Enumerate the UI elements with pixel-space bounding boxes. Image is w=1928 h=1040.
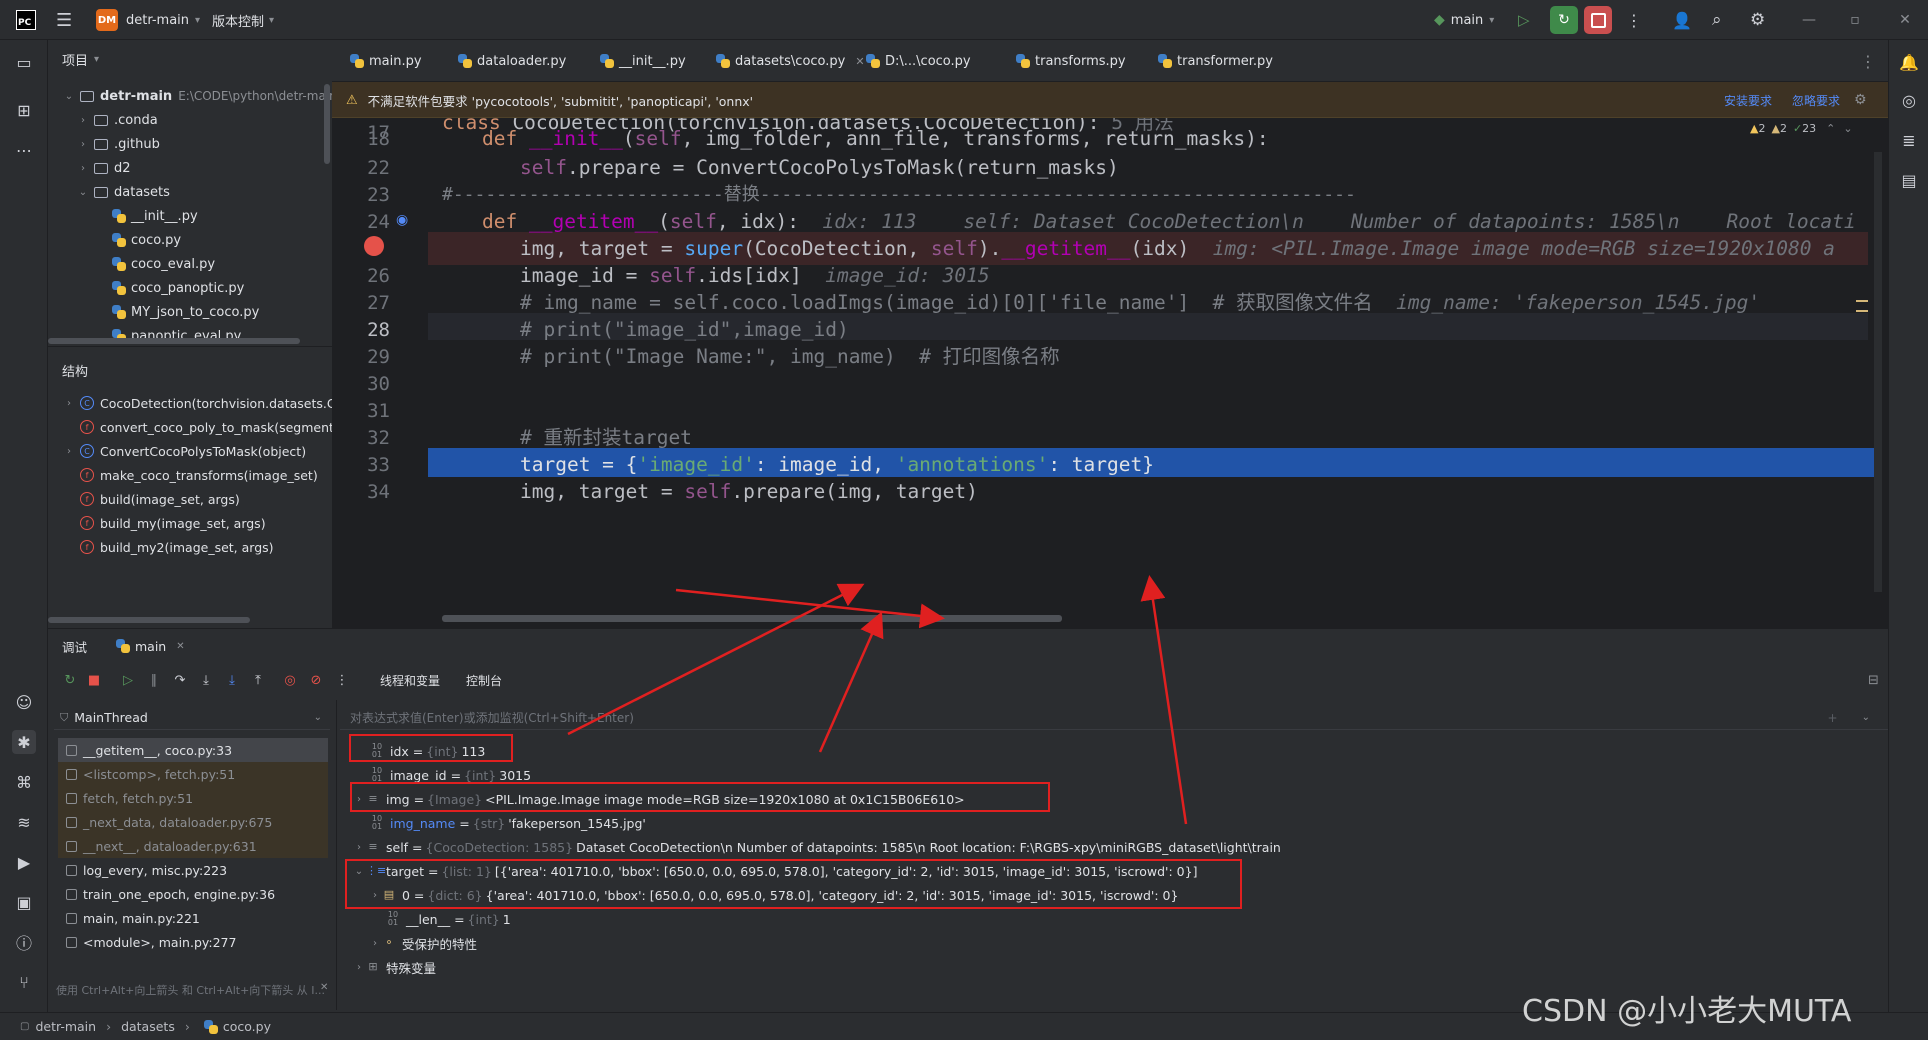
breadcrumb-project[interactable]: detr-main <box>35 1019 96 1034</box>
python-file-icon <box>203 1019 218 1034</box>
annotation-arrows <box>567 575 1188 825</box>
watermark: CSDN @小小老大MUTA <box>1522 994 1852 1029</box>
breadcrumb-file[interactable]: coco.py <box>223 1019 271 1034</box>
module-icon: ▢ <box>20 1021 30 1032</box>
breadcrumb-separator-icon: › <box>184 1019 190 1034</box>
breadcrumb-separator-icon: › <box>106 1019 112 1034</box>
breadcrumb-folder[interactable]: datasets <box>121 1019 175 1034</box>
